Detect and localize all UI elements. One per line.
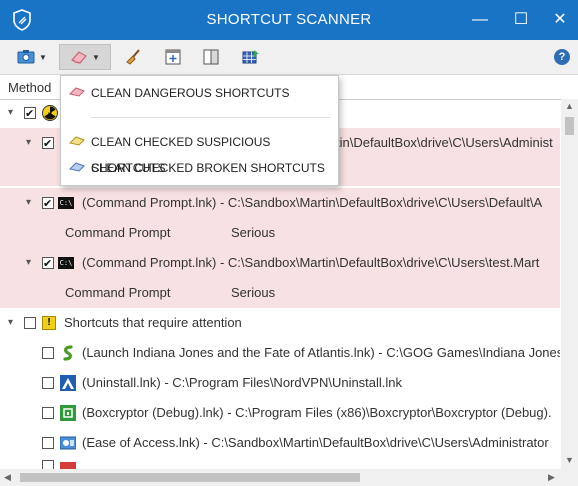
camera-scan-icon	[17, 50, 35, 64]
grid-arrow-icon	[242, 50, 259, 64]
scroll-left-icon[interactable]: ◀	[4, 472, 11, 483]
dangerous-item-detail-row: Command Prompt Serious	[0, 218, 560, 248]
scan-dropdown-button[interactable]: ▼	[8, 44, 56, 70]
menu-item-clean-suspicious[interactable]: CLEAN CHECKED SUSPICIOUS SHORTCUTS	[61, 129, 338, 175]
boxcryptor-icon	[60, 405, 76, 421]
clean-dropdown-menu: CLEAN DANGEROUS SHORTCUTS CLEAN CHECKED …	[60, 75, 339, 186]
close-button[interactable]: ✕	[546, 8, 574, 32]
command-prompt-icon: C:\	[58, 197, 74, 209]
chevron-down-icon: ▼	[39, 52, 47, 62]
dangerous-item-detail-row: Command Prompt Serious	[0, 278, 560, 308]
item-path-text: (Boxcryptor (Debug).lnk) - C:\Program Fi…	[82, 405, 552, 420]
scroll-right-icon[interactable]: ▶	[548, 472, 555, 483]
nordvpn-icon	[60, 375, 76, 391]
broom-icon	[126, 49, 140, 65]
scroll-thumb[interactable]	[565, 117, 574, 135]
scroll-up-icon[interactable]: ▲	[565, 101, 574, 111]
item-severity: Serious	[231, 225, 276, 240]
indiana-jones-game-icon	[63, 345, 73, 361]
chevron-down-icon[interactable]: ▾	[26, 128, 31, 158]
attention-item-row[interactable]: (Uninstall.lnk) - C:\Program Files\NordV…	[0, 368, 560, 398]
attention-item-row[interactable]: (Launch Indiana Jones and the Fate of At…	[0, 338, 560, 368]
item-name: Command Prompt	[65, 285, 171, 300]
menu-item-clean-broken[interactable]: CLEAN CHECKED BROKEN SHORTCUTS	[61, 155, 338, 181]
item-checkbox[interactable]	[42, 460, 54, 469]
clean-dropdown-button[interactable]: ▼	[59, 44, 111, 70]
split-view-button[interactable]	[196, 44, 226, 70]
radiation-icon	[42, 105, 58, 121]
dangerous-item-row[interactable]: ▾ C:\ (Command Prompt.lnk) - C:\Sandbox\…	[0, 248, 560, 278]
horizontal-scrollbar[interactable]: ◀ ▶	[0, 469, 578, 486]
eraser-icon	[69, 136, 85, 146]
group-checkbox[interactable]	[24, 317, 36, 329]
broom-button[interactable]	[118, 44, 148, 70]
command-prompt-icon: C:\	[58, 257, 74, 269]
item-checkbox[interactable]	[42, 347, 54, 359]
item-path-text: (Launch Indiana Jones and the Fate of At…	[82, 345, 560, 360]
chevron-down-icon[interactable]: ▾	[8, 308, 13, 338]
item-name: Command Prompt	[65, 225, 171, 240]
chevron-down-icon[interactable]: ▾	[8, 98, 13, 128]
item-checkbox[interactable]	[42, 407, 54, 419]
item-checkbox[interactable]	[42, 377, 54, 389]
eraser-icon	[69, 87, 85, 97]
menu-item-clean-dangerous[interactable]: CLEAN DANGEROUS SHORTCUTS	[61, 80, 338, 106]
item-checkbox[interactable]	[42, 249, 54, 278]
item-path-text: (Command Prompt.lnk) - C:\Sandbox\Martin…	[82, 195, 543, 210]
add-window-icon	[165, 49, 181, 65]
add-window-button[interactable]	[158, 44, 188, 70]
minimize-button[interactable]: —	[466, 8, 494, 32]
attention-item-row-partial[interactable]	[0, 458, 560, 469]
chevron-down-icon: ▼	[92, 52, 100, 62]
split-view-icon	[203, 49, 219, 65]
dangerous-item-row[interactable]: ▾ C:\ (Command Prompt.lnk) - C:\Sandbox\…	[0, 188, 560, 218]
maximize-button[interactable]: ☐	[507, 8, 535, 32]
item-path-text: tin\DefaultBox\drive\C\Users\Administ	[336, 135, 553, 150]
item-checkbox[interactable]	[42, 189, 54, 218]
menu-item-label: CLEAN DANGEROUS SHORTCUTS	[91, 86, 290, 100]
item-checkbox[interactable]	[42, 129, 54, 158]
attention-item-row[interactable]: (Boxcryptor (Debug).lnk) - C:\Program Fi…	[0, 398, 560, 428]
uninstall-icon	[60, 462, 76, 469]
grid-settings-button[interactable]	[236, 44, 266, 70]
group-checkbox[interactable]	[24, 99, 36, 128]
group-row-attention[interactable]: ▾ ! Shortcuts that require attention	[0, 308, 560, 338]
attention-item-row[interactable]: (Ease of Access.lnk) - C:\Sandbox\Martin…	[0, 428, 560, 458]
menu-separator	[91, 117, 331, 118]
item-path-text: (Command Prompt.lnk) - C:\Sandbox\Martin…	[82, 255, 540, 270]
eraser-icon	[71, 51, 87, 64]
chevron-down-icon[interactable]: ▾	[26, 188, 31, 218]
toolbar: ▼ ▼ ?	[0, 40, 578, 75]
warning-icon: !	[42, 316, 56, 330]
item-path-text: (Uninstall.lnk) - C:\Program Files\NordV…	[82, 375, 403, 390]
item-checkbox[interactable]	[42, 437, 54, 449]
help-icon: ?	[554, 49, 570, 65]
item-severity: Serious	[231, 285, 276, 300]
eraser-icon	[69, 162, 85, 172]
column-method[interactable]: Method	[8, 80, 51, 95]
item-path-text: (Ease of Access.lnk) - C:\Sandbox\Martin…	[82, 435, 549, 450]
vertical-scrollbar[interactable]: ▲ ▼	[561, 99, 578, 469]
scroll-down-icon[interactable]: ▼	[565, 455, 574, 465]
help-button[interactable]: ?	[550, 44, 574, 70]
title-bar: SHORTCUT SCANNER — ☐ ✕	[0, 0, 578, 40]
menu-item-label: CLEAN CHECKED BROKEN SHORTCUTS	[91, 161, 325, 175]
scroll-thumb[interactable]	[20, 473, 360, 482]
ease-of-access-icon	[60, 436, 76, 450]
chevron-down-icon[interactable]: ▾	[26, 248, 31, 278]
group-label: Shortcuts that require attention	[64, 315, 242, 330]
